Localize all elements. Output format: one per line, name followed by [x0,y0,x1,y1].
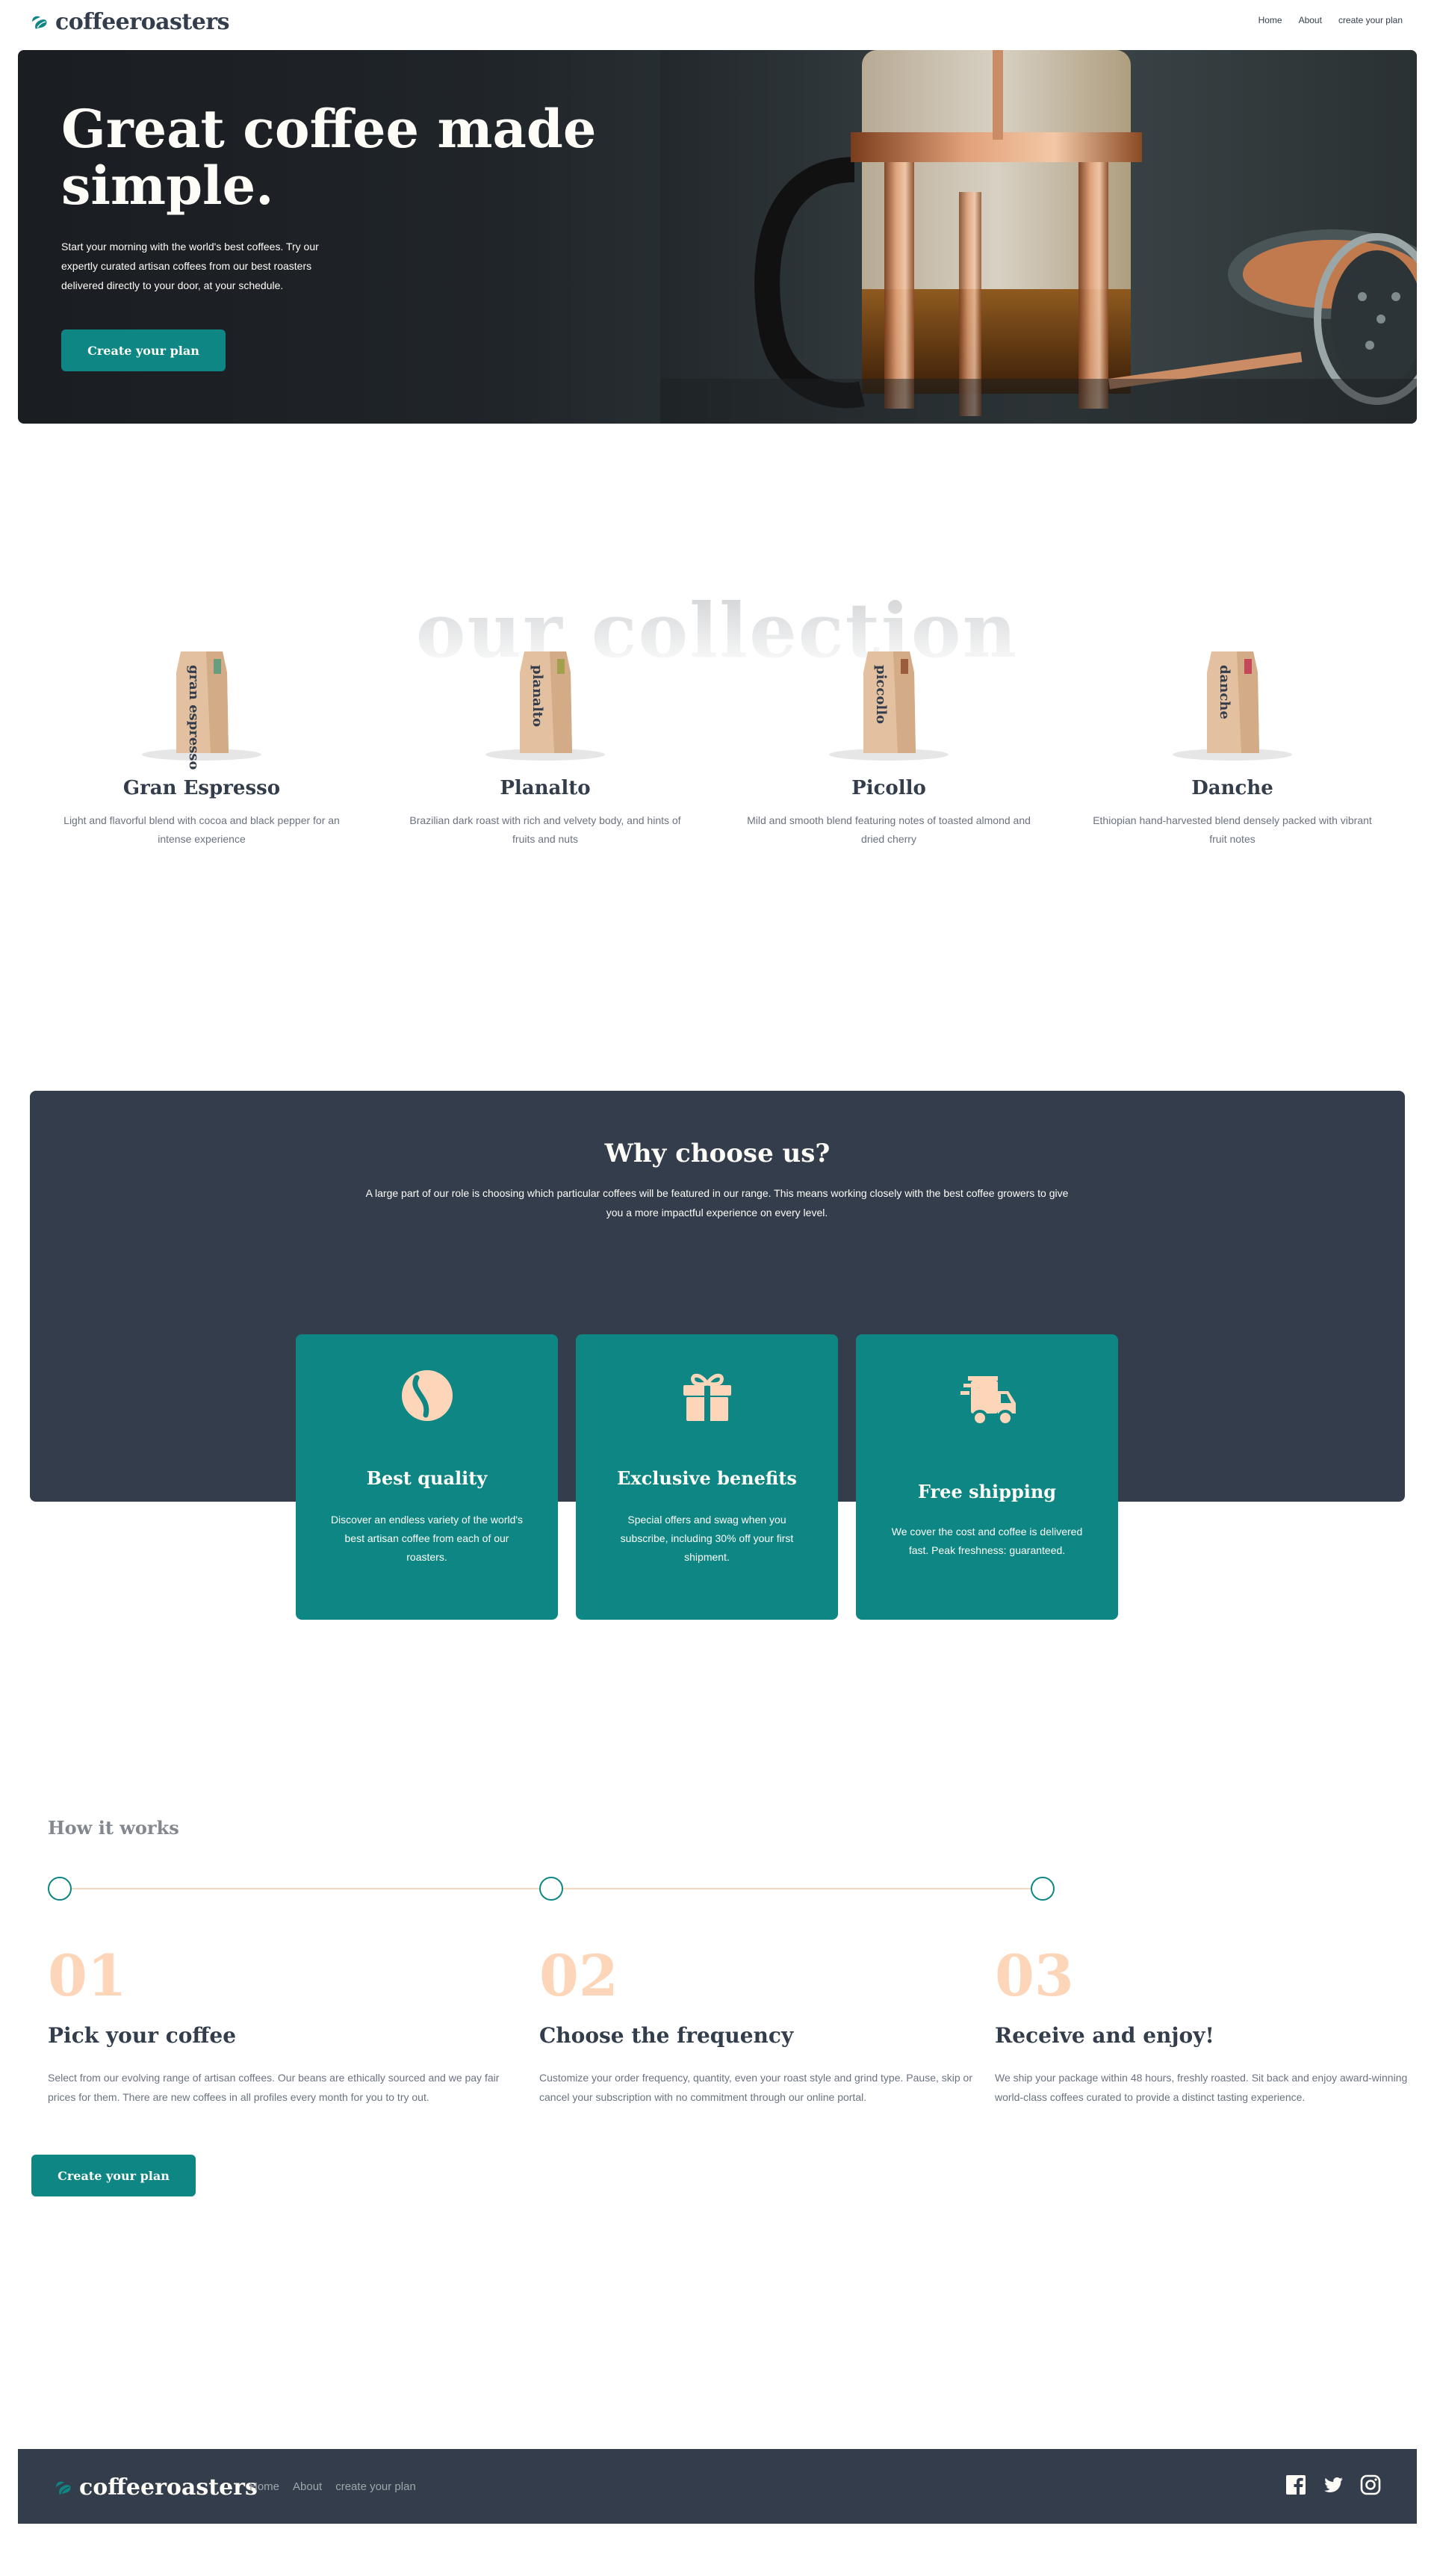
svg-text:planalto: planalto [530,665,545,727]
timeline-step-marker [48,1877,72,1901]
benefit-cards: Best quality Discover an endless variety… [296,1334,1118,1620]
benefit-card-shipping: Free shipping We cover the cost and coff… [856,1334,1118,1620]
step-title: Pick your coffee [48,2023,237,2048]
benefit-text: Discover an endless variety of the world… [330,1514,524,1563]
footer-link-about[interactable]: About [293,2480,322,2493]
top-nav: coffeeroasters Home About create your pl… [0,0,1434,45]
step-text: Customize your order frequency, quantity… [539,2072,972,2103]
product-picollo[interactable]: piccollo Picollo Mild and smooth blend f… [732,643,1046,849]
step-text: Select from our evolving range of artisa… [48,2072,500,2103]
svg-text:gran espresso: gran espresso [186,665,202,770]
product-gran-espresso[interactable]: gran espresso Gran Espresso Light and fl… [45,643,358,849]
coffee-bag-image: danche [1076,643,1389,770]
step-title: Choose the frequency [539,2023,794,2048]
benefit-card-exclusive: Exclusive benefits Special offers and sw… [576,1334,838,1620]
footer: coffeeroasters Home About create your pl… [18,2449,1417,2524]
benefit-card-quality: Best quality Discover an endless variety… [296,1334,558,1620]
nav-link-home[interactable]: Home [1258,15,1282,25]
hero-description: Start your morning with the world's best… [61,241,319,291]
step-title: Receive and enjoy! [995,2023,1214,2048]
coffee-bean-icon [296,1369,558,1422]
truck-icon [856,1373,1118,1428]
svg-text:danche: danche [1217,665,1232,719]
hero-section: Great coffee made simple. Start your mor… [18,50,1417,424]
footer-links: Home About create your plan [249,2480,416,2493]
benefit-title: Best quality [366,1467,488,1489]
gift-icon [576,1369,838,1422]
footer-brand-name: coffeeroasters [79,2474,258,2501]
benefit-text: Special offers and swag when you subscri… [620,1514,794,1563]
footer-link-home[interactable]: Home [249,2480,279,2493]
product-list: gran espresso Gran Espresso Light and fl… [45,643,1389,849]
facebook-icon[interactable] [1285,2474,1306,2495]
how-create-plan-button[interactable]: Create your plan [31,2155,196,2196]
product-description: Mild and smooth blend featuring notes of… [747,814,1031,845]
why-title: Why choose us? [604,1139,831,1168]
coffee-bag-image: piccollo [732,643,1046,770]
step-number: 02 [539,1942,618,2009]
social-links [1285,2474,1381,2495]
nav-links: Home About create your plan [1258,15,1403,25]
product-description: Brazilian dark roast with rich and velve… [409,814,681,845]
hero-title: Great coffee made simple. [61,98,597,217]
product-name: Planalto [500,777,591,799]
footer-link-create-plan[interactable]: create your plan [335,2480,416,2493]
hero-french-press-image [660,50,1417,424]
logo-leaf-icon [32,16,47,29]
product-name: Picollo [851,777,926,799]
step-text: We ship your package within 48 hours, fr… [995,2072,1408,2103]
benefit-text: We cover the cost and coffee is delivere… [891,1526,1083,1556]
step-number: 01 [48,1942,127,2009]
svg-text:piccollo: piccollo [873,665,889,724]
why-description: A large part of our role is choosing whi… [365,1187,1069,1219]
product-planalto[interactable]: planalto Planalto Brazilian dark roast w… [388,643,702,849]
nav-link-about[interactable]: About [1299,15,1322,25]
product-danche[interactable]: danche Danche Ethiopian hand-harvested b… [1076,643,1389,849]
hero-create-plan-button[interactable]: Create your plan [61,329,226,371]
footer-brand-logo[interactable]: coffeeroasters [54,2474,258,2501]
nav-link-create-plan[interactable]: create your plan [1338,15,1403,25]
step-number: 03 [995,1942,1074,2009]
product-name: Gran Espresso [122,777,281,799]
product-description: Ethiopian hand-harvested blend densely p… [1093,814,1372,845]
twitter-icon[interactable] [1323,2474,1344,2495]
coffee-bag-image: gran espresso [45,643,358,770]
coffee-bag-image: planalto [388,643,702,770]
brand-name: coffeeroasters [55,9,230,35]
benefit-title: Free shipping [917,1481,1057,1502]
product-name: Danche [1191,777,1273,799]
instagram-icon[interactable] [1360,2474,1381,2495]
product-description: Light and flavorful blend with cocoa and… [63,814,340,845]
benefit-title: Exclusive benefits [617,1467,797,1489]
logo-leaf-icon [56,2481,71,2495]
how-it-works-title: How it works [48,1817,179,1839]
brand-logo[interactable]: coffeeroasters [30,9,230,35]
timeline-step-marker [539,1877,563,1901]
timeline-step-marker [1031,1877,1055,1901]
